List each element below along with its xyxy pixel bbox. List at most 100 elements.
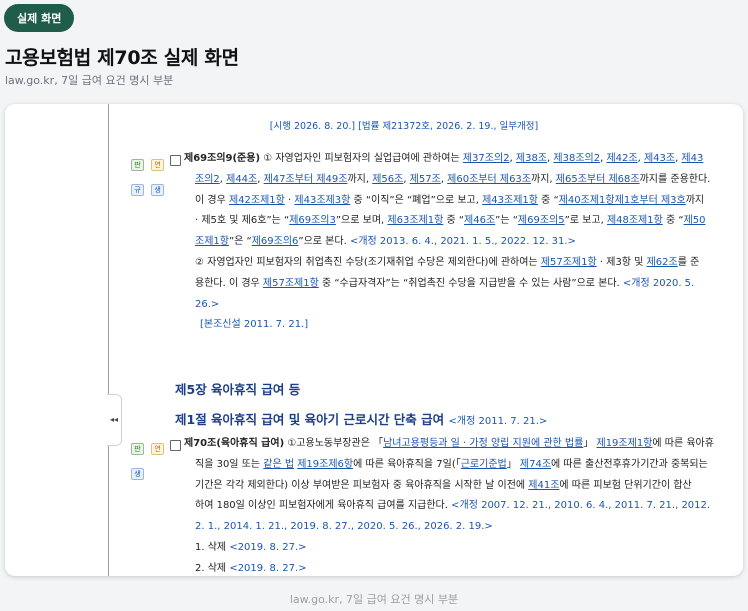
law-reference-link[interactable]: 제38조 [516, 153, 547, 164]
gyu-icon[interactable]: 규 [131, 183, 144, 196]
screen-badge: 실제 화면 [4, 4, 75, 32]
article-69-9-p1-line: 조제1항”은 “제69조의6”으로 본다. <개정 2013. 6. 4., 2… [184, 232, 736, 253]
article-70-checkbox[interactable] [170, 440, 181, 451]
law-text: 까지, [531, 173, 556, 185]
law-reference-link[interactable]: 제48조제1항 [607, 215, 663, 226]
law-reference-link[interactable]: 제57조제1항 [263, 278, 319, 289]
article-69-9: 제69조의9(준용) ① 자영업자인 피보험자의 실업급여에 관하여는 제37조… [184, 149, 736, 336]
law-reference-link[interactable]: 제65조부터 제68조 [556, 174, 640, 185]
law-reference-link[interactable]: 제57조제1항 [541, 257, 597, 268]
article-69-9-p1-line: 조의2, 제44조, 제47조부터 제49조까지, 제56조, 제57조, 제6… [184, 170, 736, 191]
law-text: 」 [583, 438, 597, 449]
law-reference-link[interactable]: 제69조의6 [252, 236, 299, 247]
law-reference-link[interactable]: 제43조제1항 [482, 195, 538, 206]
law-reference-link[interactable]: 제38조의2 [553, 153, 600, 164]
law-text: · 제3항 및 [596, 256, 647, 268]
law-text: 」 [506, 458, 520, 470]
article-69-9-line-1: 제69조의9(준용) ① 자영업자인 피보험자의 실업급여에 관하여는 제37조… [184, 149, 736, 170]
article-70-icons: 판 연 생 [131, 438, 166, 482]
law-reference-link[interactable]: 제69조의3 [289, 215, 336, 226]
law-reference-link[interactable]: 조의2 [195, 174, 220, 185]
article-70-line: 기간은 각각 제외한다) 이상 부여받은 피보험자 중 육아휴직을 시작한 날 … [184, 476, 736, 497]
yeon-icon[interactable]: 연 [151, 442, 165, 455]
law-reference-link[interactable]: 제56조 [372, 174, 403, 185]
law-text: 중 “ [443, 215, 465, 227]
article-70-line: 하여 180일 이상인 피보험자에게 육아휴직 급여를 지급한다. <개정 20… [184, 496, 736, 517]
article-69-9-checkbox[interactable] [170, 155, 181, 166]
law-text: 하여 180일 이상인 피보험자에게 육아휴직 급여를 지급한다. [195, 500, 452, 512]
law-reference-link[interactable]: 제42조제1항 [229, 195, 285, 206]
article-70-heading: 제70조(육아휴직 급여) [184, 438, 285, 449]
law-text: 중 “이직”은 “폐업”으로 보고, [350, 194, 483, 206]
pan-icon[interactable]: 판 [131, 442, 144, 455]
page-subtitle: law.go.kr, 7일 급여 요건 명시 부분 [5, 74, 174, 87]
law-text: · 제5호 및 제6호”는 “ [195, 215, 290, 227]
law-text: ”으로 보며, [335, 215, 388, 227]
law-text: 중 “수급자격자”는 “취업촉진 수당을 지급받을 수 있는 사람”으로 본다. [318, 277, 623, 289]
yeon-icon[interactable]: 연 [151, 158, 165, 171]
law-text: 에 따른 육아휴 [652, 438, 714, 449]
chapter-5-heading: 제5장 육아휴직 급여 등 [175, 382, 301, 397]
amendment-note: <개정 2007. 12. 21., 2010. 6. 4., 2011. 7.… [451, 500, 711, 512]
law-reference-link[interactable]: 제69조의5 [518, 215, 565, 226]
law-text: 중 “ [537, 194, 559, 206]
law-reference-link[interactable]: 제57조 [410, 174, 441, 185]
article-70-line: ①고용노동부장관은 「남녀고용평등과 일 · 가정 양립 지원에 관한 법률」 … [287, 438, 714, 449]
article-70: 제70조(육아휴직 급여) ①고용노동부장관은 「남녀고용평등과 일 · 가정 … [184, 434, 736, 576]
saeng-icon[interactable]: 생 [131, 467, 144, 480]
law-reference-link[interactable]: 제41조 [528, 480, 559, 491]
article-69-9-p2-line: 용한다. 이 경우 제57조제1항 중 “수급자격자”는 “취업촉진 수당을 지… [184, 274, 736, 295]
article-69-9-new-note: [본조신설 2011. 7. 21.] [200, 319, 309, 331]
law-reference-link[interactable]: 조제1항 [195, 236, 229, 247]
law-reference-link[interactable]: 제60조부터 제63조 [447, 174, 531, 185]
law-text: ② 자영업자인 피보험자의 취업촉진 수당(조기재취업 수당은 제외한다)에 관… [195, 256, 541, 268]
article-70-line-1: 제70조(육아휴직 급여) ①고용노동부장관은 「남녀고용평등과 일 · 가정 … [184, 434, 736, 455]
saeng-icon[interactable]: 생 [151, 183, 165, 196]
law-text: 까지를 준용한다. [639, 173, 711, 185]
law-reference-link[interactable]: 제44조 [226, 174, 257, 185]
law-text: 에 따른 육아휴직을 7일(「 [353, 458, 461, 470]
law-reference-link[interactable]: 남녀고용평등과 일 · 가정 양립 지원에 관한 법률 [383, 438, 583, 449]
law-text: ① 자영업자인 피보험자의 실업급여에 관하여는 [263, 153, 463, 164]
item-note: <2019. 8. 27.> [229, 541, 307, 553]
law-reference-link[interactable]: 제74조 [520, 459, 551, 470]
law-reference-link[interactable]: 제42조 [606, 153, 637, 164]
amendment-note: <개정 2020. 5. [622, 277, 695, 289]
sidebar-collapse-button[interactable]: ◂◂ [107, 394, 122, 446]
law-reference-link[interactable]: 제63조제1항 [387, 215, 443, 226]
law-text: ①고용노동부장관은 「 [287, 438, 384, 449]
article-69-9-p1-line: ① 자영업자인 피보험자의 실업급여에 관하여는 제37조의2, 제38조, 제… [263, 153, 703, 164]
article-69-9-heading: 제69조의9(준용) [184, 153, 261, 164]
law-reference-link[interactable]: 제47조부터 제49조 [264, 174, 348, 185]
law-reference-link[interactable]: 제40조제1항제1호부터 제3호 [559, 195, 686, 206]
law-text: ”은 “ [228, 236, 252, 248]
article-69-9-p2-line: 26.> [184, 295, 736, 316]
law-reference-link[interactable]: 제62조 [647, 257, 678, 268]
law-text: ”으로 본다. [298, 236, 350, 248]
law-reference-link[interactable]: 근로기준법 [461, 459, 507, 470]
law-reference-link[interactable]: 제50 [684, 215, 706, 226]
double-chevron-left-icon: ◂◂ [109, 415, 119, 424]
article-69-9-p1-line: 이 경우 제42조제1항 · 제43조제3항 중 “이직”은 “폐업”으로 보고… [184, 191, 736, 212]
amendment-note: <개정 2013. 6. 4., 2021. 1. 5., 2022. 12. … [349, 236, 576, 248]
page-title: 고용보험법 제70조 실제 화면 [5, 47, 239, 69]
law-reference-link[interactable]: 같은 법 [263, 459, 294, 470]
law-reference-link[interactable]: 제46조 [464, 215, 495, 226]
law-reference-link[interactable]: 제19조제6항 [297, 459, 353, 470]
pan-icon[interactable]: 판 [131, 158, 144, 171]
law-reference-link[interactable]: 제37조의2 [463, 153, 510, 164]
law-text: 용한다. 이 경우 [195, 277, 263, 289]
sidebar-divider [108, 104, 109, 576]
law-reference-link[interactable]: 제43조 [644, 153, 675, 164]
law-history-line[interactable]: [시행 2026. 8. 20.] [법률 제21372호, 2026. 2. … [188, 118, 620, 132]
law-text: 에 따른 출산전후휴가기간과 중복되는 [551, 458, 708, 470]
section-1-heading: 제1절 육아휴직 급여 및 육아기 근로시간 단축 급여 <개정 2011. 7… [175, 409, 547, 428]
law-reference-link[interactable]: 제43조제3항 [294, 195, 350, 206]
law-reference-link[interactable]: 제43 [681, 153, 703, 164]
article-69-9-p2-line: ② 자영업자인 피보험자의 취업촉진 수당(조기재취업 수당은 제외한다)에 관… [184, 253, 736, 274]
law-screenshot-panel: ◂◂ [시행 2026. 8. 20.] [법률 제21372호, 2026. … [5, 104, 743, 576]
article-70-line: 직을 30일 또는 같은 법 제19조제6항에 따른 육아휴직을 7일(「근로기… [184, 455, 736, 476]
law-reference-link[interactable]: 제19조제1항 [597, 438, 653, 449]
law-text: 를 준 [677, 256, 700, 268]
law-text: ”로 보고, [564, 215, 607, 227]
